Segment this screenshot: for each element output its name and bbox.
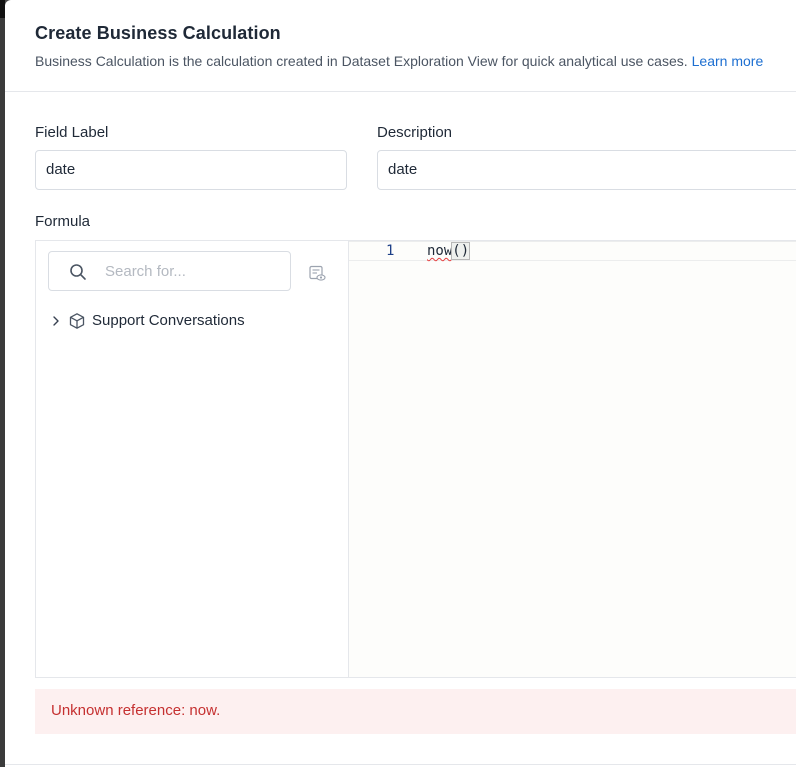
line-number: 1 [386, 243, 395, 259]
code-line[interactable]: now() [427, 241, 471, 261]
modal-subtitle-text: Business Calculation is the calculation … [35, 53, 688, 69]
tree-item-label: Support Conversations [92, 312, 245, 329]
formula-editor-panel: Search for... Support Conversations 1 no… [35, 240, 796, 678]
modal-title: Create Business Calculation [35, 23, 281, 43]
cube-icon [69, 313, 85, 329]
error-message: Unknown reference: now. [51, 702, 221, 719]
create-business-calculation-modal: Create Business Calculation Business Cal… [5, 0, 796, 767]
search-icon [70, 264, 86, 280]
footer-divider [5, 764, 796, 765]
learn-more-link[interactable]: Learn more [692, 53, 764, 69]
active-line-highlight [349, 241, 796, 261]
field-label-label: Field Label [35, 124, 109, 141]
modal-subtitle: Business Calculation is the calculation … [35, 53, 763, 69]
preview-data-icon[interactable] [309, 265, 326, 282]
field-label-input[interactable]: date [35, 150, 347, 190]
code-function-name: now [427, 243, 453, 259]
code-editor[interactable]: 1 now() [349, 241, 796, 677]
code-parentheses: () [451, 242, 471, 260]
description-label: Description [377, 124, 453, 141]
formula-error-alert: Unknown reference: now. [35, 689, 796, 734]
formula-label: Formula [35, 213, 91, 230]
field-explorer: Search for... Support Conversations [36, 241, 349, 677]
chevron-right-icon[interactable] [50, 314, 62, 328]
field-search-input[interactable]: Search for... [48, 251, 291, 291]
description-input[interactable]: date [377, 150, 796, 190]
modal-header: Create Business Calculation Business Cal… [5, 0, 796, 92]
search-placeholder: Search for... [105, 263, 186, 280]
